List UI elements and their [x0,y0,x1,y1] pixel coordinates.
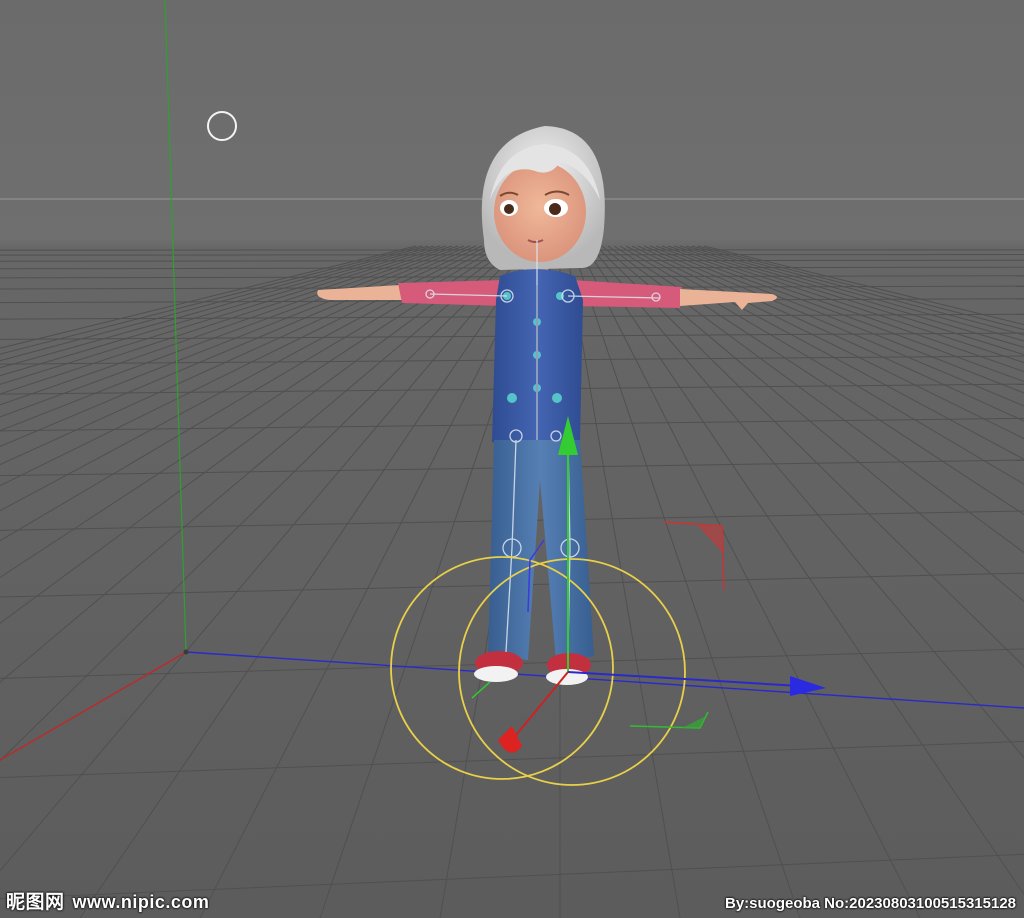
watermark-site-url: www.nipic.com [72,892,210,912]
viewport-scene[interactable] [0,0,1024,918]
left-sleeve [398,280,505,306]
right-pupil [549,203,561,215]
watermark-site: 昵图网 www.nipic.com [6,887,209,914]
left-shoe-sole [474,666,518,682]
3d-viewport[interactable]: 昵图网 www.nipic.com By:suogeoba No:20230803… [0,0,1024,918]
watermark-credit: By:suogeoba No:20230803100515315128 [724,895,1016,912]
left-pupil [504,204,514,214]
watermark-site-name: 昵图网 [6,891,65,913]
world-origin [183,649,189,655]
